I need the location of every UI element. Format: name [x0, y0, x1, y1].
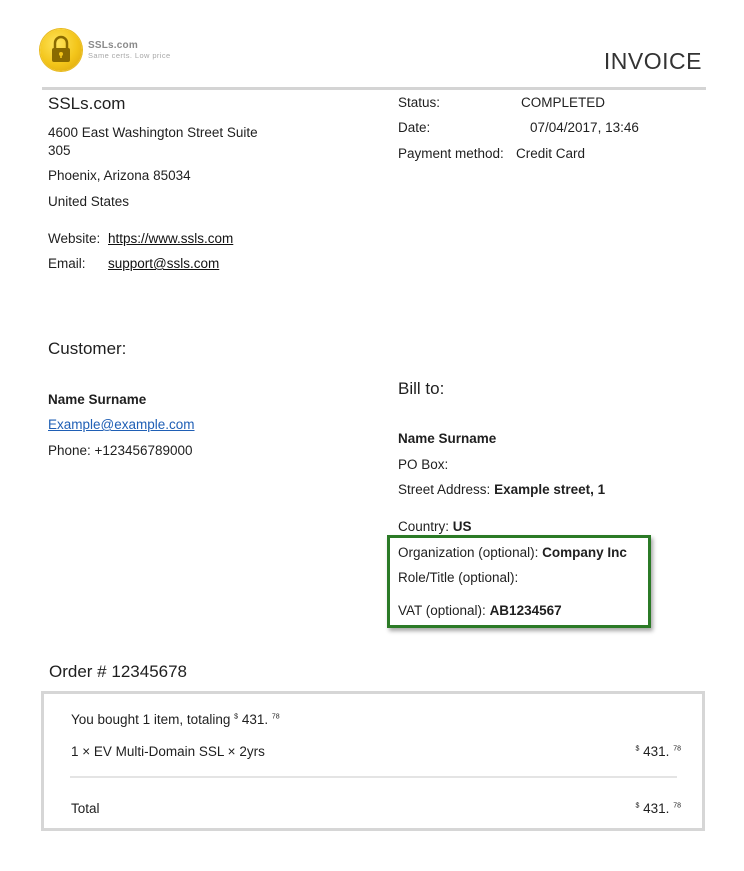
seller-address-line1: 4600 East Washington Street Suite: [48, 125, 258, 140]
website-link[interactable]: https://www.ssls.com: [108, 230, 233, 247]
seller-city: Phoenix, Arizona 85034: [48, 168, 191, 183]
order-divider: [70, 776, 677, 778]
header-divider: [42, 87, 706, 90]
country-value: US: [452, 519, 472, 534]
seller-country: United States: [48, 194, 130, 209]
status-value: COMPLETED: [521, 95, 606, 110]
item-cents: 78: [673, 745, 681, 753]
customer-phone: Phone: +123456789000: [48, 443, 193, 458]
vat-line: VAT (optional): AB1234567: [398, 602, 562, 619]
support-email-link[interactable]: support@ssls.com: [108, 255, 219, 272]
country-label: Country:: [398, 519, 450, 534]
order-number: 12345678: [111, 662, 188, 681]
vat-label: VAT (optional):: [398, 603, 486, 618]
summary-prefix: You bought 1 item, totaling: [71, 712, 231, 727]
payment-method-value: Credit Card: [516, 146, 586, 161]
payment-method-label: Payment method:: [398, 146, 504, 161]
order-item-price: $ 431. 78: [635, 743, 681, 760]
order-label: Order #: [49, 662, 107, 681]
street-value: Example street, 1: [494, 482, 606, 497]
organization-label: Organization (optional):: [398, 545, 539, 560]
email-label: Email:: [48, 256, 86, 271]
logo-name: SSLs.com: [88, 40, 138, 51]
item-currency: $: [635, 745, 640, 753]
status-label: Status:: [398, 95, 441, 110]
bill-to-name: Name Surname: [398, 431, 497, 446]
vat-value: AB1234567: [489, 603, 562, 618]
street-address-line: Street Address: Example street, 1: [398, 481, 605, 498]
order-summary-text: You bought 1 item, totaling $ 431. 78: [71, 711, 280, 728]
total-price: $ 431. 78: [635, 800, 681, 817]
logo-tagline: Same certs. Low price: [88, 51, 171, 60]
order-item-name: 1 × EV Multi-Domain SSL × 2yrs: [71, 744, 265, 759]
customer-heading: Customer:: [48, 339, 127, 358]
organization-value: Company Inc: [542, 545, 627, 560]
page-title: INVOICE: [603, 48, 702, 74]
customer-name: Name Surname: [48, 392, 147, 407]
total-cents: 78: [673, 802, 681, 810]
total-label: Total: [71, 801, 100, 816]
website-label: Website:: [48, 231, 101, 246]
total-currency: $: [635, 802, 640, 810]
date-value: 07/04/2017, 13:46: [530, 120, 639, 135]
street-label: Street Address:: [398, 482, 491, 497]
seller-address-line2: 305: [48, 143, 71, 158]
po-box-label: PO Box:: [398, 457, 449, 472]
role-title-label: Role/Title (optional):: [398, 570, 519, 585]
order-number-line: Order # 12345678: [49, 662, 187, 682]
bill-to-heading: Bill to:: [398, 379, 445, 398]
seller-company: SSLs.com: [48, 94, 126, 113]
summary-currency: $: [234, 713, 239, 721]
item-amount: 431.: [643, 744, 670, 759]
organization-line: Organization (optional): Company Inc: [398, 544, 627, 561]
summary-cents: 78: [271, 713, 280, 721]
customer-email-link[interactable]: Example@example.com: [48, 416, 195, 433]
total-amount: 431.: [643, 801, 670, 816]
ssls-logo-icon: [40, 29, 82, 71]
date-label: Date:: [398, 120, 431, 135]
summary-amount: 431.: [241, 712, 269, 727]
country-line: Country: US: [398, 518, 472, 535]
